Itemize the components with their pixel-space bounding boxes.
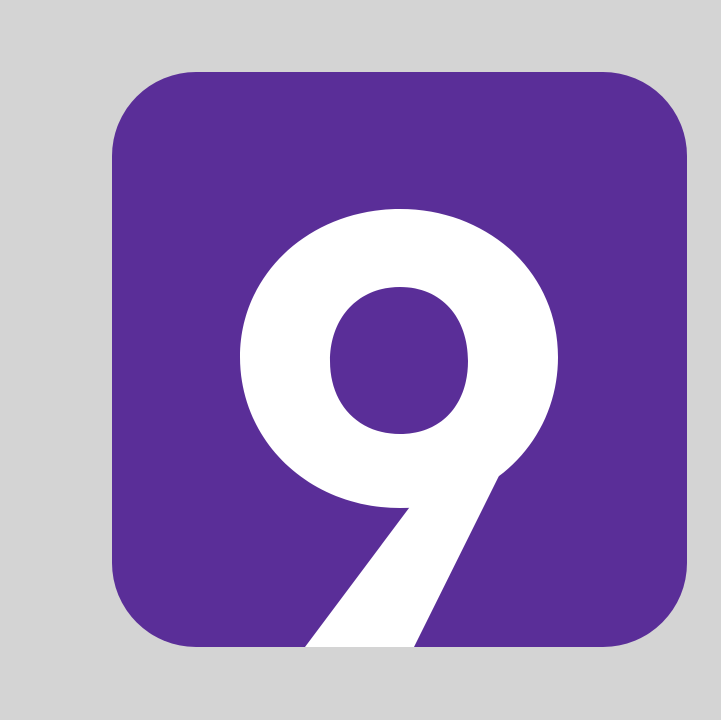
digit-nine-icon <box>240 209 558 647</box>
digit-nine-bowl <box>240 209 558 508</box>
app-icon <box>112 72 687 647</box>
